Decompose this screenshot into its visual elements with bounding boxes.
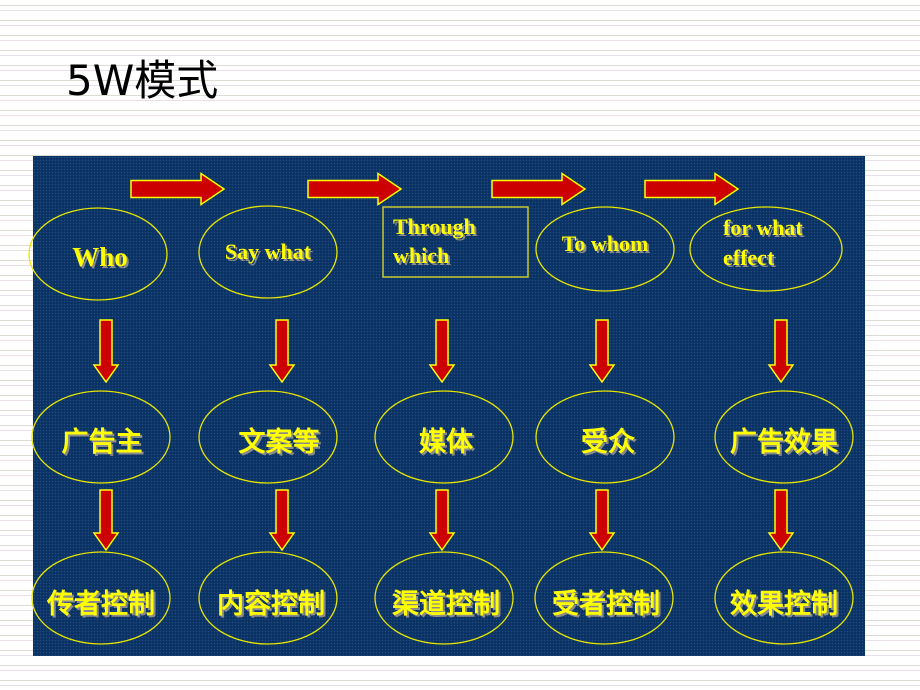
node-receiver-control-label: 受者控制 [552, 588, 660, 620]
arrow-down-icon-col1-2 [92, 489, 120, 552]
node-for-what-effect-line2: effect [723, 245, 775, 270]
node-for-what-effect-line1: for what [723, 215, 803, 240]
node-effect-control-label: 效果控制 [730, 588, 838, 620]
arrow-down-icon-col2-2 [268, 489, 296, 552]
arrow-down-icon-col2-1 [268, 319, 296, 384]
node-content-control-label: 内容控制 [217, 588, 325, 620]
node-for-what-effect-label: for what effect [723, 213, 843, 275]
node-who-label: Who [72, 241, 128, 272]
node-to-whom-label: To whom [561, 231, 649, 256]
node-copy-label: 文案等 [238, 426, 320, 458]
node-through-which-line1: Through [393, 214, 476, 239]
arrow-down-icon-col5-2 [767, 489, 795, 552]
arrow-right-icon-1 [130, 172, 226, 206]
arrow-down-icon-col5-1 [767, 319, 795, 384]
node-say-what-label: Say what [224, 239, 312, 264]
arrow-right-icon-4 [644, 172, 740, 206]
arrow-down-icon-col1-1 [92, 319, 120, 384]
arrow-down-icon-col3-1 [428, 319, 456, 384]
node-through-which-line2: which [393, 243, 450, 268]
node-advertiser-label: 广告主 [61, 426, 143, 458]
arrow-down-icon-col3-2 [428, 489, 456, 552]
arrow-right-icon-2 [307, 172, 403, 206]
arrow-down-icon-col4-1 [588, 319, 616, 384]
node-through-which-label: Through which [393, 212, 523, 274]
arrow-right-icon-3 [491, 172, 587, 206]
node-channel-control-label: 渠道控制 [392, 588, 500, 620]
horizontal-arrows [130, 172, 740, 206]
node-sender-control-label: 传者控制 [47, 588, 155, 620]
node-media-label: 媒体 [419, 426, 473, 458]
arrow-down-icon-col4-2 [588, 489, 616, 552]
node-ad-effect-label: 广告效果 [730, 426, 838, 458]
node-audience-label: 受众 [581, 426, 635, 458]
